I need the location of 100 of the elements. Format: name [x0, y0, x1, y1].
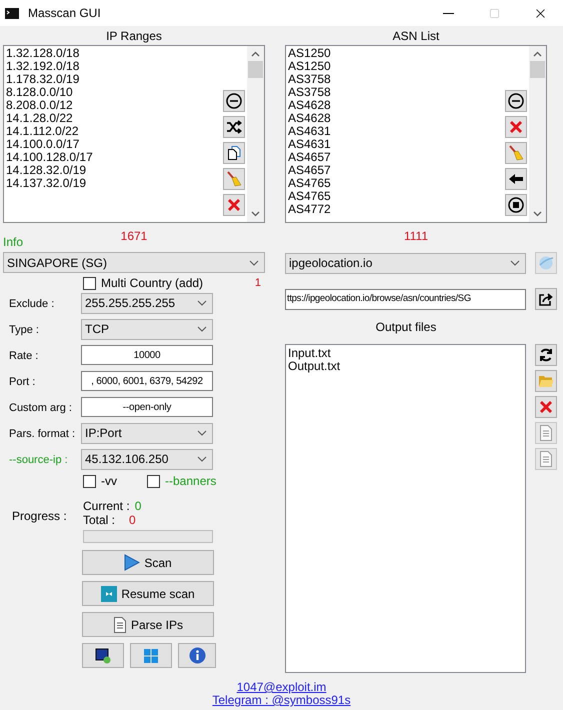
remove-button[interactable]: [505, 90, 527, 112]
cross-icon: [508, 119, 524, 135]
info-icon: [188, 647, 206, 664]
input-field[interactable]: 10000: [81, 345, 213, 365]
list-item[interactable]: AS4657: [288, 151, 505, 164]
list-item[interactable]: 14.137.32.0/19: [6, 177, 223, 190]
scroll-up-icon: [533, 51, 542, 57]
input-field[interactable]: --open-only: [81, 397, 213, 417]
dropdown[interactable]: ipgeolocation.io: [285, 252, 526, 274]
globe-icon: [538, 255, 554, 271]
list-item[interactable]: 1.178.32.0/19: [6, 73, 223, 86]
list-item[interactable]: 8.208.0.0/12: [6, 99, 223, 112]
list-item[interactable]: AS4765: [288, 177, 505, 190]
list-item[interactable]: 1.32.128.0/18: [6, 47, 223, 60]
refresh-button[interactable]: [535, 344, 557, 366]
list-item[interactable]: 14.1.112.0/22: [6, 125, 223, 138]
list-item[interactable]: AS4628: [288, 112, 505, 125]
copy-button[interactable]: [223, 142, 245, 164]
list-item[interactable]: AS1250: [288, 60, 505, 73]
windows-icon: [143, 648, 159, 664]
checkbox-label: --banners: [165, 473, 216, 490]
shuffle-icon: [226, 119, 242, 135]
scroll-down-icon: [251, 211, 260, 217]
scrollbar-thumb[interactable]: [530, 61, 545, 78]
list-item[interactable]: AS4657: [288, 164, 505, 177]
open-link-button[interactable]: [535, 288, 557, 310]
remove-button[interactable]: [223, 90, 245, 112]
field-label: Pars. format :: [9, 428, 76, 440]
asn-count: 1111: [404, 228, 428, 245]
delete-button[interactable]: [535, 396, 557, 418]
contact-link[interactable]: 1047@exploit.im: [236, 681, 326, 694]
list-item[interactable]: 14.1.28.0/22: [6, 112, 223, 125]
shuffle-button[interactable]: [223, 116, 245, 138]
current-label: Current :: [83, 498, 130, 515]
progress-label: Progress :: [11, 508, 68, 525]
list-item[interactable]: Output.txt: [288, 360, 525, 373]
url-field[interactable]: ttps://ipgeolocation.io/browse/asn/countries/SG: [285, 288, 526, 310]
chevron-down-icon: [249, 260, 259, 266]
checkbox[interactable]: [83, 474, 96, 488]
minus-circle-icon: [508, 93, 524, 109]
chevron-down-icon: [510, 260, 520, 266]
list-box[interactable]: 1.32.128.0/18 1.32.192.0/18 1.178.32.0/19 8.128.0.0/10 8.208.0.0/12 14.1.28.0/22 14.1.112.0/22 14.100.0.0/17 14.100.128.0/17 14.128.32.0/19 14.137.32.0/19: [3, 45, 265, 223]
delete-button[interactable]: [505, 116, 527, 138]
chevron-down-icon: [197, 300, 207, 306]
dropdown[interactable]: TCP: [81, 318, 213, 340]
file-button[interactable]: [535, 422, 557, 444]
cross-icon: [226, 197, 242, 213]
scrollbar-thumb[interactable]: [248, 61, 263, 78]
list-item[interactable]: AS1250: [288, 47, 505, 60]
folder-icon: [538, 374, 554, 388]
arrow-left-icon: [508, 171, 524, 187]
cross-icon: [538, 399, 554, 415]
scrollbar[interactable]: [529, 46, 546, 222]
list-item[interactable]: AS3758: [288, 73, 505, 86]
dropdown[interactable]: SINGAPORE (SG): [3, 252, 265, 273]
list-item[interactable]: 8.128.0.0/10: [6, 86, 223, 99]
contact-link[interactable]: Telegram : @symboss91s: [212, 694, 351, 707]
list-item[interactable]: AS4631: [288, 138, 505, 151]
action-button[interactable]: Scan: [82, 550, 214, 575]
scroll-up-icon: [251, 51, 260, 57]
list-item[interactable]: AS4628: [288, 99, 505, 112]
list-item[interactable]: AS4631: [288, 125, 505, 138]
input-field[interactable]: , 6000, 6001, 6379, 54292: [81, 371, 213, 391]
output-list-box[interactable]: Input.txt Output.txt: [285, 344, 526, 673]
play-icon: [124, 554, 140, 571]
section-heading: IP Ranges: [105, 28, 163, 44]
total-label: Total :: [83, 512, 116, 529]
file-button[interactable]: [535, 448, 557, 470]
clean-button[interactable]: [505, 142, 527, 164]
list-item[interactable]: 1.32.192.0/18: [6, 60, 223, 73]
list-box[interactable]: AS1250 AS1250 AS3758 AS3758 AS4628 AS4628 AS4631 AS4631 AS4657 AS4657 AS4765 AS4765 AS4772: [285, 45, 547, 223]
section-heading: ASN List: [392, 28, 440, 44]
dropdown[interactable]: 255.255.255.255: [81, 292, 213, 314]
list-item[interactable]: 14.100.0.0/17: [6, 138, 223, 151]
list-item[interactable]: 14.128.32.0/19: [6, 164, 223, 177]
checkbox[interactable]: [147, 474, 160, 488]
checkbox-label: -vv: [101, 473, 117, 490]
stop-button[interactable]: [505, 194, 527, 216]
dropdown[interactable]: IP:Port: [81, 422, 213, 444]
back-button[interactable]: [505, 168, 527, 190]
list-item[interactable]: AS4765: [288, 190, 505, 203]
list-item[interactable]: AS3758: [288, 86, 505, 99]
delete-button[interactable]: [223, 194, 245, 216]
stop-circle-icon: [508, 197, 524, 213]
list-item[interactable]: AS4772: [288, 203, 505, 216]
ip-count: 1671: [120, 228, 148, 245]
action-button[interactable]: Resume scan: [82, 581, 214, 606]
checkbox-label: Multi Country (add): [101, 275, 204, 292]
list-item[interactable]: Input.txt: [288, 347, 525, 360]
scrollbar[interactable]: [247, 46, 264, 222]
action-button[interactable]: Parse IPs: [82, 612, 214, 637]
broom-icon: [226, 171, 242, 187]
share-icon: [538, 291, 554, 307]
monitor-icon: [95, 648, 111, 664]
clean-button[interactable]: [223, 168, 245, 190]
checkbox[interactable]: [83, 276, 96, 290]
dropdown[interactable]: 45.132.106.250: [81, 448, 213, 470]
list-item[interactable]: 14.100.128.0/17: [6, 151, 223, 164]
tool-button[interactable]: [82, 643, 124, 668]
info-button[interactable]: [178, 643, 216, 668]
